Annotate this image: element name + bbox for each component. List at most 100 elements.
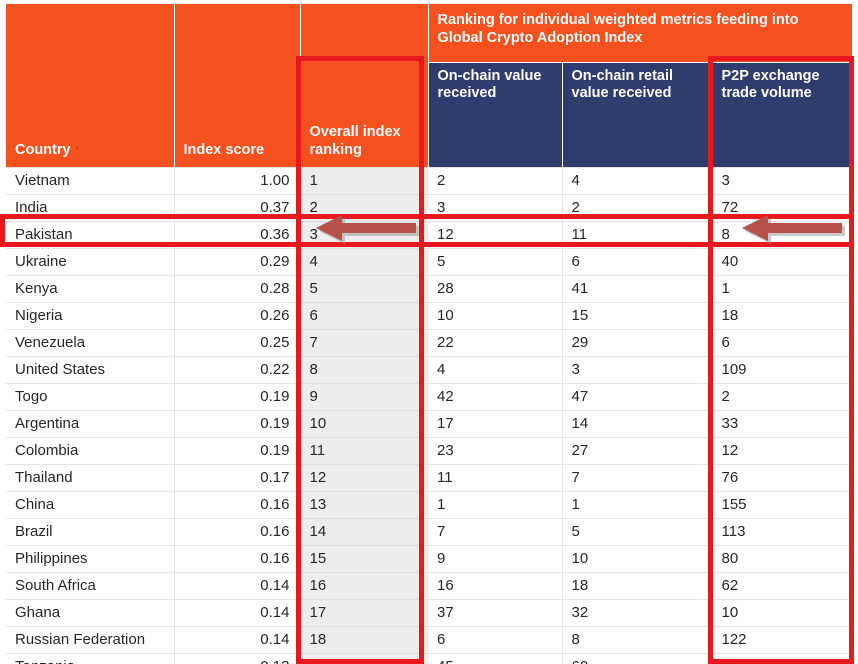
cell-country: United States (6, 356, 175, 384)
global-crypto-adoption-index-table: Ranking for individual weighted metrics … (6, 4, 853, 664)
cell-country: Philippines (6, 545, 175, 573)
cell-on_chain_value_received: 10 (428, 302, 563, 330)
cell-index_score: 0.14 (174, 599, 301, 627)
cell-on_chain_retail_value_received: 29 (562, 329, 713, 357)
cell-on_chain_value_received: 16 (428, 572, 563, 600)
cell-country: Pakistan (6, 221, 175, 249)
cell-on_chain_value_received: 22 (428, 329, 563, 357)
cell-p2p_exchange_trade_volume: 40 (712, 248, 853, 276)
table-row: India 0.37 2 3 2 72 (6, 194, 853, 222)
cell-index_score: 0.16 (174, 518, 301, 546)
cell-index_score: 0.37 (174, 194, 301, 222)
cell-index_score: 0.14 (174, 626, 301, 654)
cell-p2p_exchange_trade_volume: 62 (712, 572, 853, 600)
column-header-on-chain-value-received[interactable]: On-chain value received (428, 61, 563, 167)
cell-on_chain_retail_value_received: 10 (562, 545, 713, 573)
cell-on_chain_retail_value_received: 8 (562, 626, 713, 654)
column-header-on-chain-retail-value-received[interactable]: On-chain retail value received (562, 61, 713, 167)
cell-p2p_exchange_trade_volume: 12 (712, 437, 853, 465)
table-header-row: Country Index score Overall index rankin… (6, 61, 853, 167)
cell-index_score: 0.25 (174, 329, 301, 357)
cell-overall_index_ranking: 18 (300, 626, 428, 654)
cell-index_score: 0.17 (174, 464, 301, 492)
cell-on_chain_value_received: 9 (428, 545, 563, 573)
cell-on_chain_retail_value_received: 4 (562, 166, 713, 195)
cell-index_score: 1.00 (174, 166, 301, 195)
cell-country: Ghana (6, 599, 175, 627)
cell-index_score: 0.19 (174, 437, 301, 465)
header-spacer-country (6, 4, 175, 62)
cell-on_chain_value_received: 45 (428, 653, 563, 664)
table-row: Venezuela 0.25 7 22 29 6 (6, 329, 853, 357)
cell-country: Togo (6, 383, 175, 411)
table-row: Tanzania0.131945604 (6, 653, 853, 664)
cell-overall_index_ranking: 5 (300, 275, 428, 303)
cell-overall_index_ranking: 10 (300, 410, 428, 438)
cell-index_score: 0.26 (174, 302, 301, 330)
column-header-country[interactable]: Country (6, 62, 175, 167)
cell-overall_index_ranking: 12 (300, 464, 428, 492)
cell-on_chain_retail_value_received: 60 (562, 653, 713, 664)
column-header-overall-index-ranking[interactable]: Overall index ranking (300, 62, 429, 167)
cell-country: Venezuela (6, 329, 175, 357)
cell-on_chain_retail_value_received: 18 (562, 572, 713, 600)
cell-country: Argentina (6, 410, 175, 438)
cell-on_chain_value_received: 1 (428, 491, 563, 519)
cell-overall_index_ranking: 17 (300, 599, 428, 627)
cell-overall_index_ranking: 1 (300, 166, 428, 195)
header-group-metrics-ranking: Ranking for individual weighted metrics … (428, 4, 853, 62)
cell-country: Vietnam (6, 166, 175, 195)
cell-on_chain_value_received: 12 (428, 221, 563, 249)
cell-p2p_exchange_trade_volume: 113 (712, 518, 853, 546)
cell-overall_index_ranking: 13 (300, 491, 428, 519)
cell-on_chain_retail_value_received: 7 (562, 464, 713, 492)
cell-on_chain_value_received: 37 (428, 599, 563, 627)
cell-overall_index_ranking: 16 (300, 572, 428, 600)
table-row: Ghana 0.14 17 37 32 10 (6, 599, 853, 627)
cell-overall_index_ranking: 11 (300, 437, 428, 465)
cell-p2p_exchange_trade_volume: 6 (712, 329, 853, 357)
cell-overall_index_ranking: 8 (300, 356, 428, 384)
cell-p2p_exchange_trade_volume: 76 (712, 464, 853, 492)
cell-country: Colombia (6, 437, 175, 465)
table-row: Pakistan 0.36 3 12 11 8 (6, 221, 853, 249)
cell-index_score: 0.19 (174, 410, 301, 438)
table-body: Vietnam 1.00 1 2 4 3 India 0.37 2 3 2 72 Pakistan 0.3… (6, 166, 853, 664)
table-row: Brazil 0.16 14 7 5 113 (6, 518, 853, 546)
cell-index_score: 0.16 (174, 491, 301, 519)
cell-overall_index_ranking: 3 (300, 221, 428, 249)
cell-country: Russian Federation (6, 626, 175, 654)
cell-p2p_exchange_trade_volume: 72 (712, 194, 853, 222)
cell-index_score: 0.28 (174, 275, 301, 303)
column-header-p2p-exchange-trade-volume[interactable]: P2P exchange trade volume (712, 61, 853, 167)
table-row: Togo 0.19 9 42 47 2 (6, 383, 853, 411)
cell-p2p_exchange_trade_volume: 18 (712, 302, 853, 330)
table-header-group-row: Ranking for individual weighted metrics … (6, 4, 853, 62)
cell-overall_index_ranking: 14 (300, 518, 428, 546)
cell-p2p_exchange_trade_volume: 8 (712, 221, 853, 249)
cell-index_score: 0.16 (174, 545, 301, 573)
cell-index_score: 0.29 (174, 248, 301, 276)
cell-index_score: 0.13 (174, 653, 301, 664)
cell-on_chain_value_received: 3 (428, 194, 563, 222)
cell-on_chain_retail_value_received: 3 (562, 356, 713, 384)
cell-index_score: 0.14 (174, 572, 301, 600)
table-row: South Africa 0.14 16 16 18 62 (6, 572, 853, 600)
cell-overall_index_ranking: 2 (300, 194, 428, 222)
cell-on_chain_retail_value_received: 15 (562, 302, 713, 330)
table-row: Ukraine 0.29 4 5 6 40 (6, 248, 853, 276)
cell-on_chain_retail_value_received: 6 (562, 248, 713, 276)
cell-on_chain_value_received: 6 (428, 626, 563, 654)
header-spacer-overall-ranking (300, 4, 429, 62)
cell-on_chain_value_received: 7 (428, 518, 563, 546)
cell-on_chain_retail_value_received: 5 (562, 518, 713, 546)
cell-overall_index_ranking: 7 (300, 329, 428, 357)
cell-on_chain_retail_value_received: 27 (562, 437, 713, 465)
cell-p2p_exchange_trade_volume: 109 (712, 356, 853, 384)
column-header-index-score[interactable]: Index score (174, 62, 301, 167)
cell-on_chain_value_received: 11 (428, 464, 563, 492)
cell-on_chain_retail_value_received: 41 (562, 275, 713, 303)
cell-p2p_exchange_trade_volume: 155 (712, 491, 853, 519)
cell-country: South Africa (6, 572, 175, 600)
cell-overall_index_ranking: 9 (300, 383, 428, 411)
